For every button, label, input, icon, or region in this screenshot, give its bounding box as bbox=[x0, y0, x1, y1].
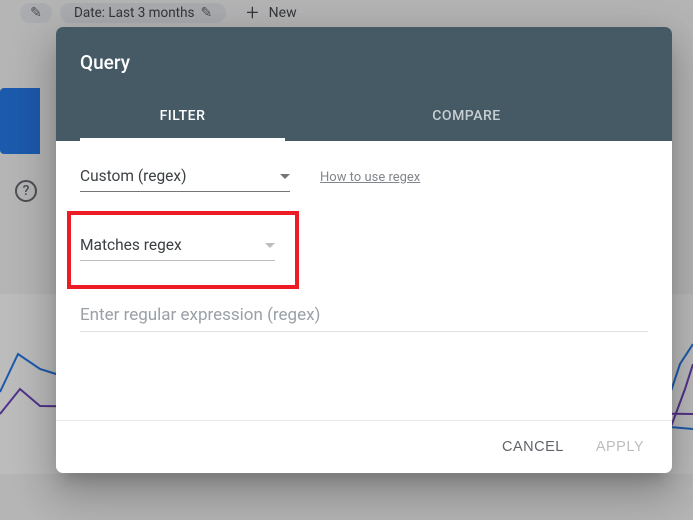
filter-type-value: Custom (regex) bbox=[80, 167, 186, 185]
match-mode-value: Matches regex bbox=[80, 236, 182, 254]
regex-input[interactable] bbox=[80, 299, 648, 332]
apply-button[interactable]: APPLY bbox=[596, 439, 644, 455]
modal-header: Query FILTER COMPARE bbox=[56, 27, 672, 141]
modal-tabs: FILTER COMPARE bbox=[80, 108, 648, 141]
tab-filter[interactable]: FILTER bbox=[80, 108, 285, 141]
cancel-button[interactable]: CANCEL bbox=[502, 439, 564, 455]
modal-footer: CANCEL APPLY bbox=[56, 420, 672, 473]
chevron-down-icon bbox=[265, 243, 275, 248]
match-mode-select[interactable]: Matches regex bbox=[80, 232, 275, 261]
modal-body: Custom (regex) How to use regex Matches … bbox=[56, 141, 672, 420]
modal-title: Query bbox=[80, 51, 648, 74]
query-modal: Query FILTER COMPARE Custom (regex) How … bbox=[56, 27, 672, 473]
regex-help-link[interactable]: How to use regex bbox=[320, 170, 420, 185]
filter-type-select[interactable]: Custom (regex) bbox=[80, 163, 290, 192]
tab-compare[interactable]: COMPARE bbox=[285, 108, 648, 141]
chevron-down-icon bbox=[280, 174, 290, 179]
